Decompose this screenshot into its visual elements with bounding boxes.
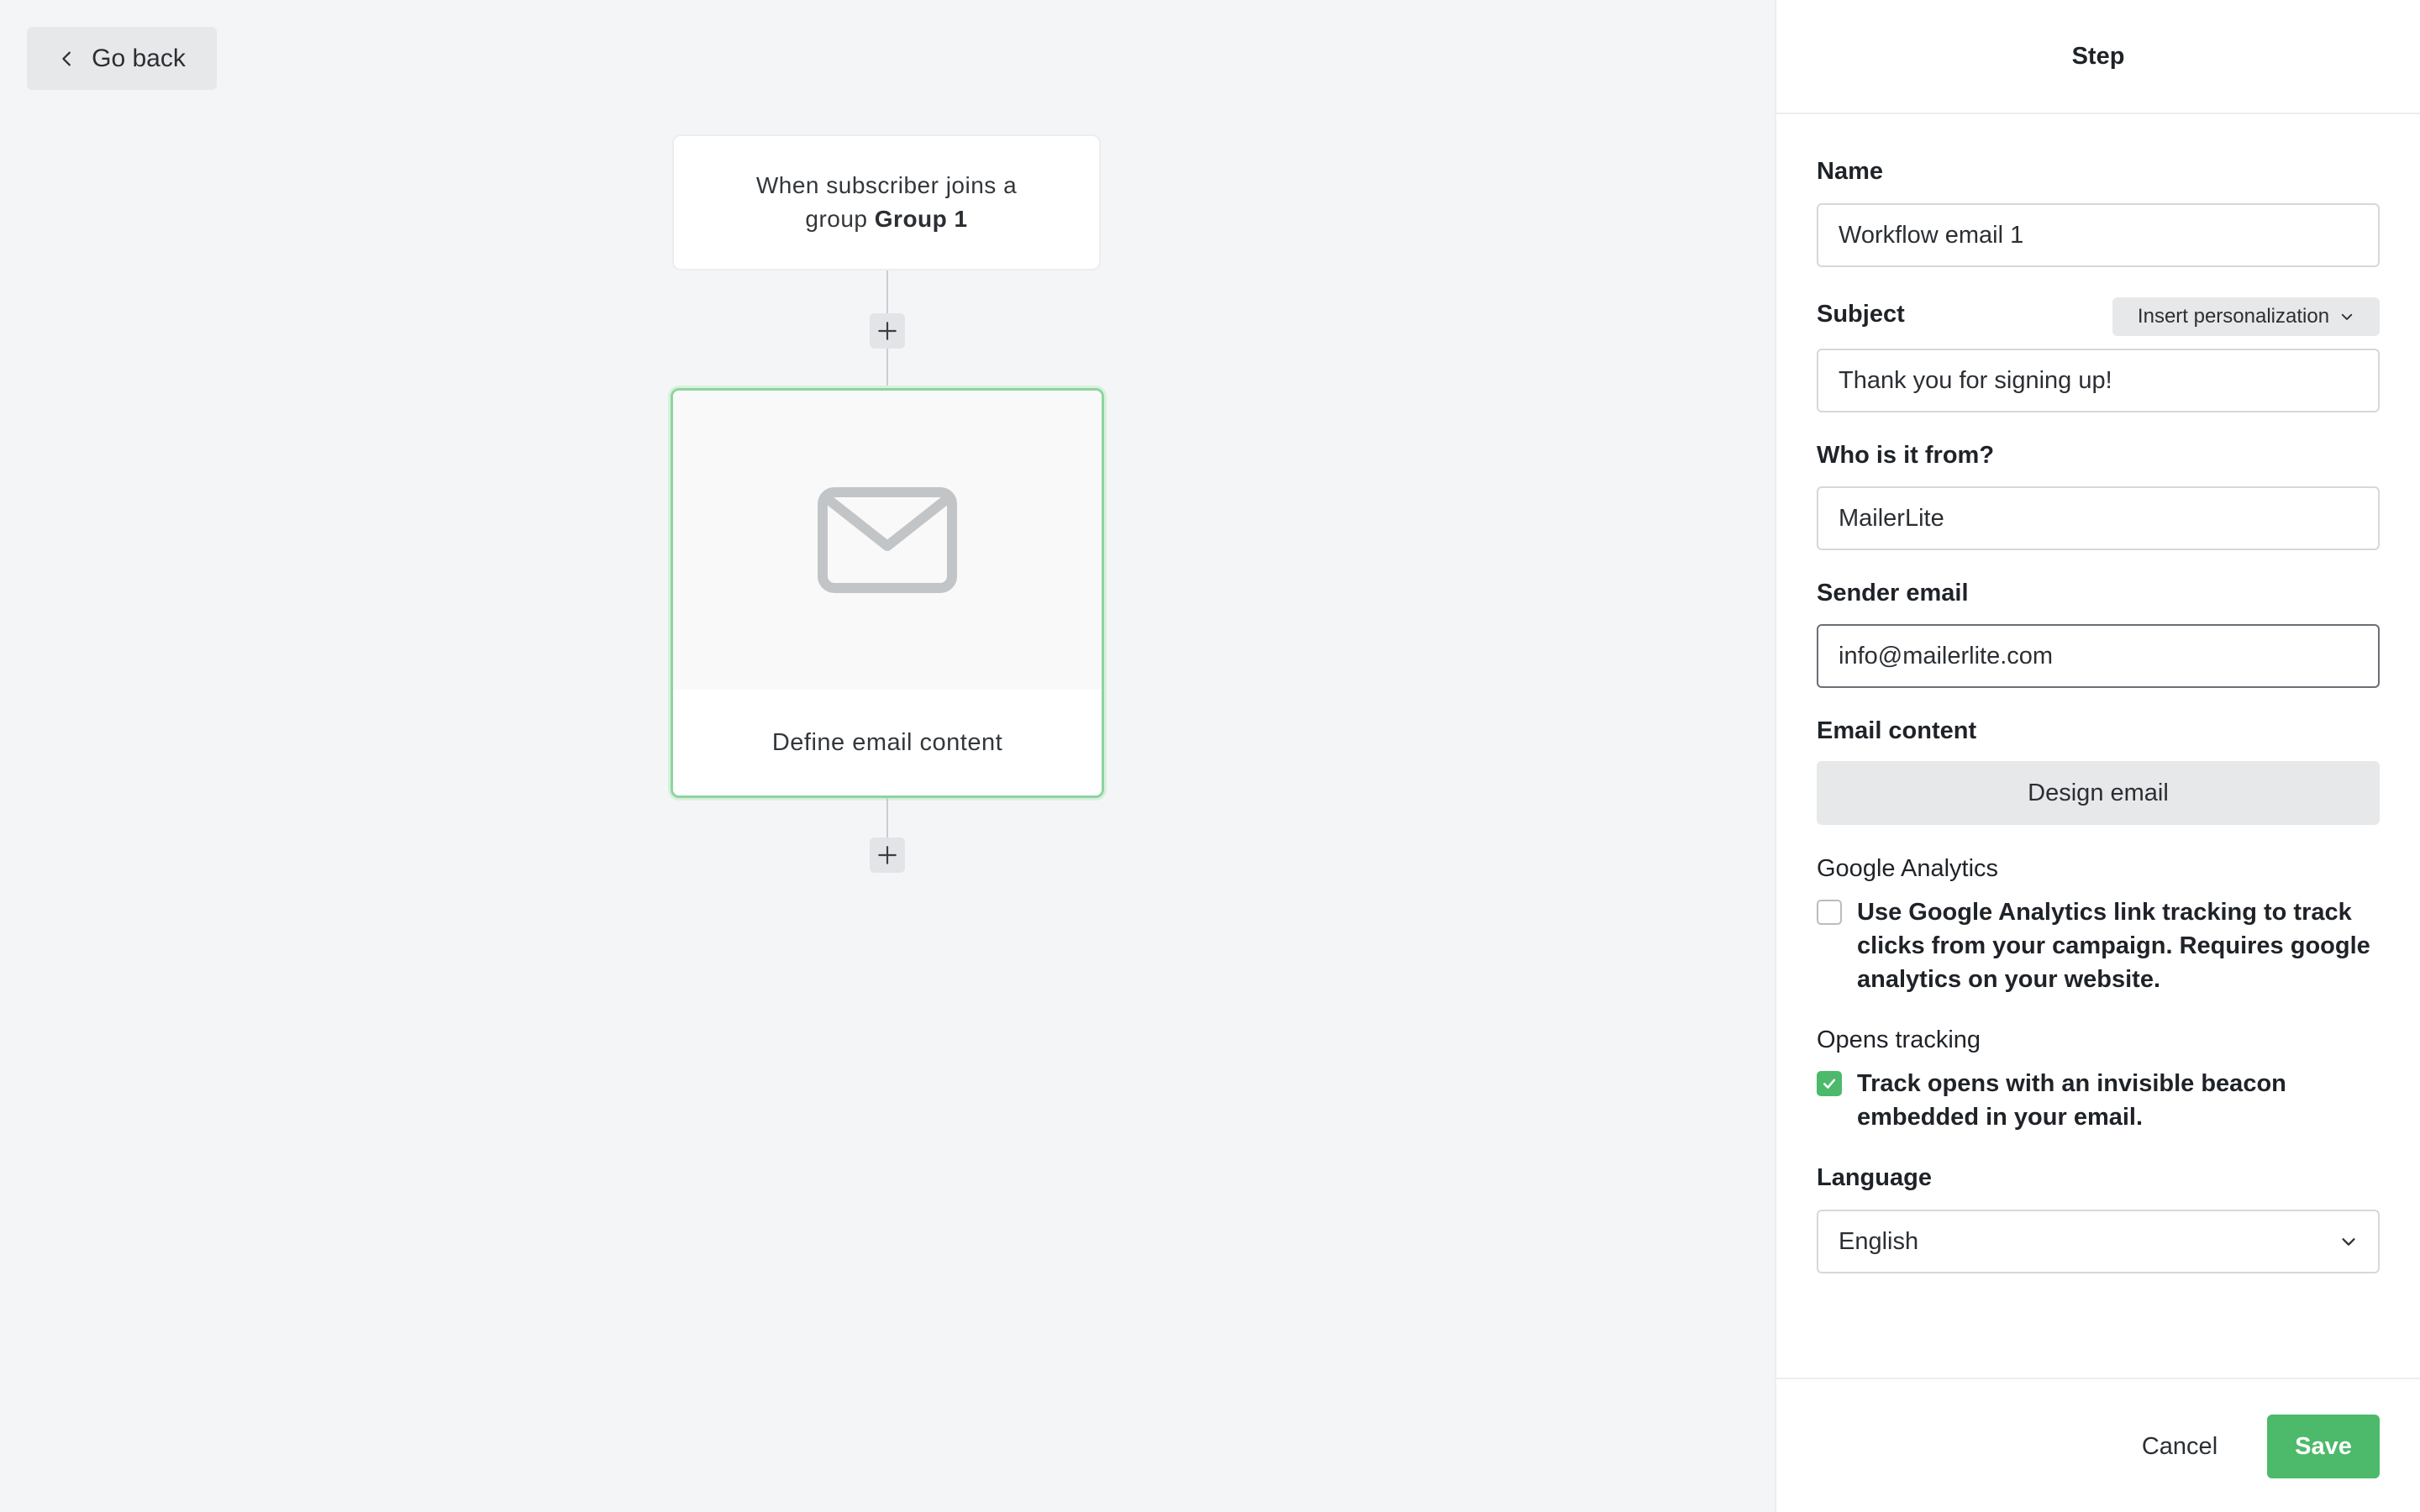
plus-icon [878, 322, 897, 340]
trigger-step-text: When subscriber joins a group Group 1 [727, 169, 1046, 236]
connector-line [886, 798, 888, 838]
workflow-canvas: Go back When subscriber joins a group Gr… [0, 0, 1775, 1512]
language-selected-value: English [1839, 1227, 1919, 1255]
envelope-icon [818, 487, 957, 593]
panel-title: Step [1776, 0, 2420, 114]
add-step-button[interactable] [870, 313, 905, 349]
google-analytics-text: Use Google Analytics link tracking to tr… [1857, 899, 2370, 993]
opens-tracking-text: Track opens with an invisible beacon emb… [1857, 1070, 2286, 1131]
go-back-button[interactable]: Go back [27, 27, 217, 90]
google-analytics-label: Google Analytics [1817, 855, 1999, 882]
opens-tracking-option: Track opens with an invisible beacon emb… [1817, 1067, 2381, 1134]
name-label: Name [1817, 158, 1883, 185]
chevron-left-icon [62, 51, 71, 66]
chevron-down-icon [2342, 1238, 2355, 1246]
go-back-label: Go back [92, 44, 186, 72]
sender-email-input[interactable] [1817, 624, 2380, 688]
cancel-button[interactable]: Cancel [2121, 1415, 2238, 1478]
language-select[interactable]: English [1817, 1210, 2380, 1273]
insert-personalization-label: Insert personalization [2137, 305, 2330, 328]
checkmark-icon [1823, 1079, 1836, 1089]
email-content-label: Email content [1817, 717, 1977, 744]
add-step-button[interactable] [870, 837, 905, 873]
design-email-button[interactable]: Design email [1817, 761, 2380, 825]
opens-tracking-checkbox[interactable] [1817, 1071, 1842, 1096]
language-label: Language [1817, 1164, 1932, 1191]
email-preview [673, 391, 1102, 690]
trigger-step-card[interactable]: When subscriber joins a group Group 1 [672, 134, 1101, 270]
opens-tracking-label: Opens tracking [1817, 1026, 1981, 1053]
google-analytics-option: Use Google Analytics link tracking to tr… [1817, 895, 2381, 996]
save-button[interactable]: Save [2267, 1415, 2380, 1478]
subject-input[interactable] [1817, 349, 2380, 412]
email-step-card[interactable]: Define email content [671, 388, 1104, 798]
name-input[interactable] [1817, 203, 2380, 267]
from-label: Who is it from? [1817, 442, 1995, 469]
google-analytics-checkbox[interactable] [1817, 900, 1842, 925]
chevron-down-icon [2341, 313, 2353, 320]
from-name-input[interactable] [1817, 486, 2380, 550]
connector-line [886, 349, 888, 389]
plus-icon [878, 846, 897, 864]
trigger-group-name: Group 1 [874, 206, 968, 232]
subject-label: Subject [1817, 301, 1905, 328]
email-step-label: Define email content [771, 728, 1003, 756]
sender-email-label: Sender email [1817, 580, 1969, 606]
insert-personalization-button[interactable]: Insert personalization [2112, 297, 2380, 336]
